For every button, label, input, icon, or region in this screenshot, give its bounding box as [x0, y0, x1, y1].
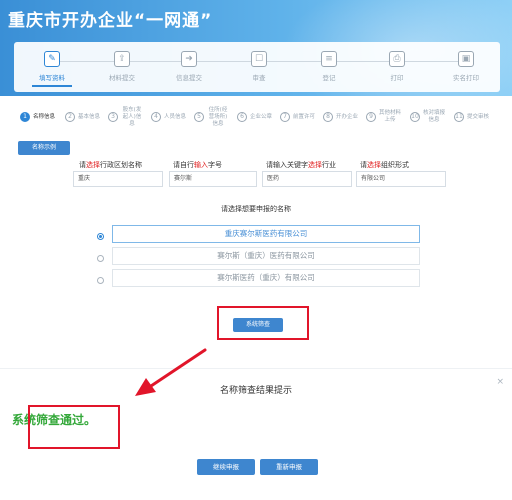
red-arrow-icon — [135, 348, 207, 396]
page: 重庆市开办企业“一网通” ✎ 填写资料 ⇪ 材料提交 ➜ 信息提交 ☐ 审查 ≡ — [0, 0, 512, 500]
